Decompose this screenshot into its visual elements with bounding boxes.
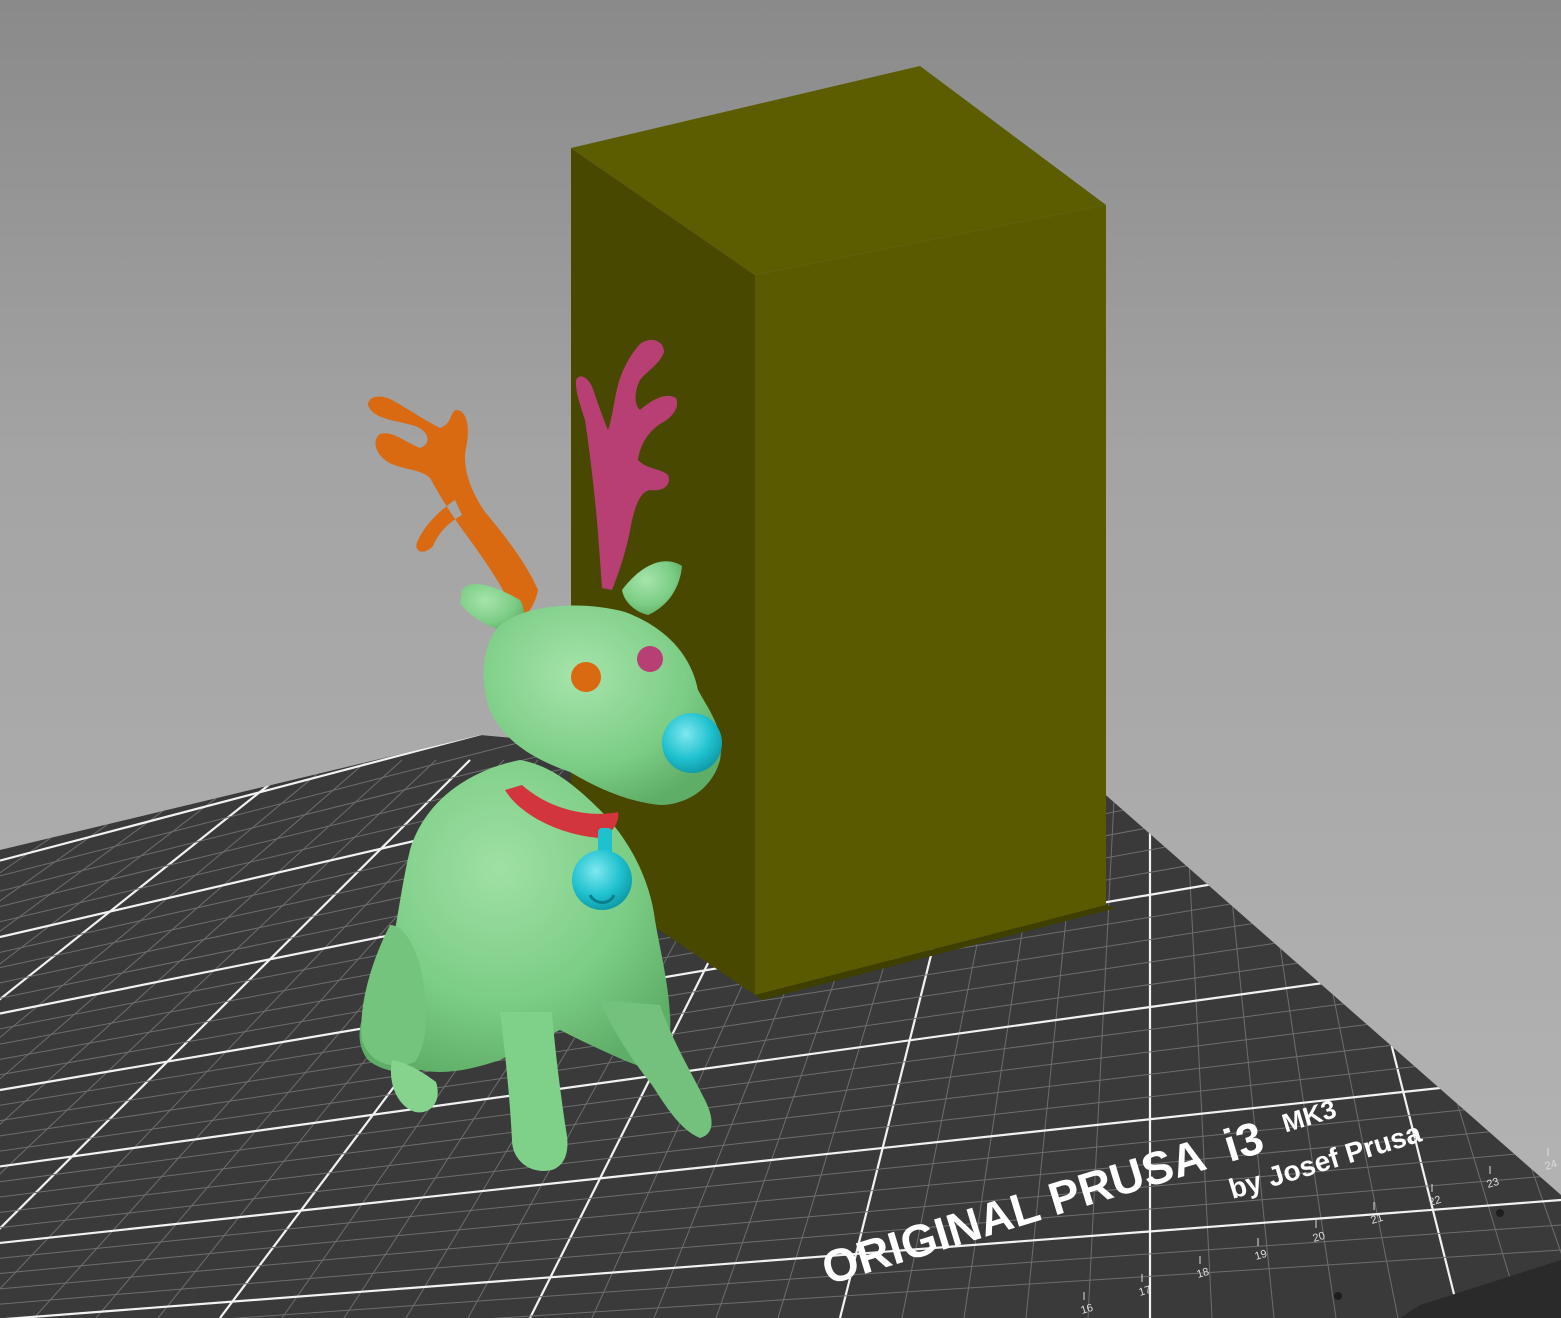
3d-scene[interactable]: ORIGINAL PRUSA i3 MK3 by Josef Prusa 161… bbox=[0, 0, 1561, 1318]
wipe-tower[interactable] bbox=[571, 66, 1116, 1000]
right-eye bbox=[637, 646, 663, 672]
3d-viewport[interactable]: ORIGINAL PRUSA i3 MK3 by Josef Prusa 16 1… bbox=[0, 0, 1561, 1318]
wipe-tower-side bbox=[755, 205, 1106, 995]
bed-ruler-number: 24 bbox=[1543, 1158, 1558, 1173]
left-eye bbox=[571, 662, 601, 692]
bed-screw bbox=[1496, 1209, 1504, 1217]
left-antler[interactable] bbox=[368, 396, 538, 620]
bed-screw bbox=[1334, 1292, 1342, 1300]
nose[interactable] bbox=[662, 713, 722, 773]
